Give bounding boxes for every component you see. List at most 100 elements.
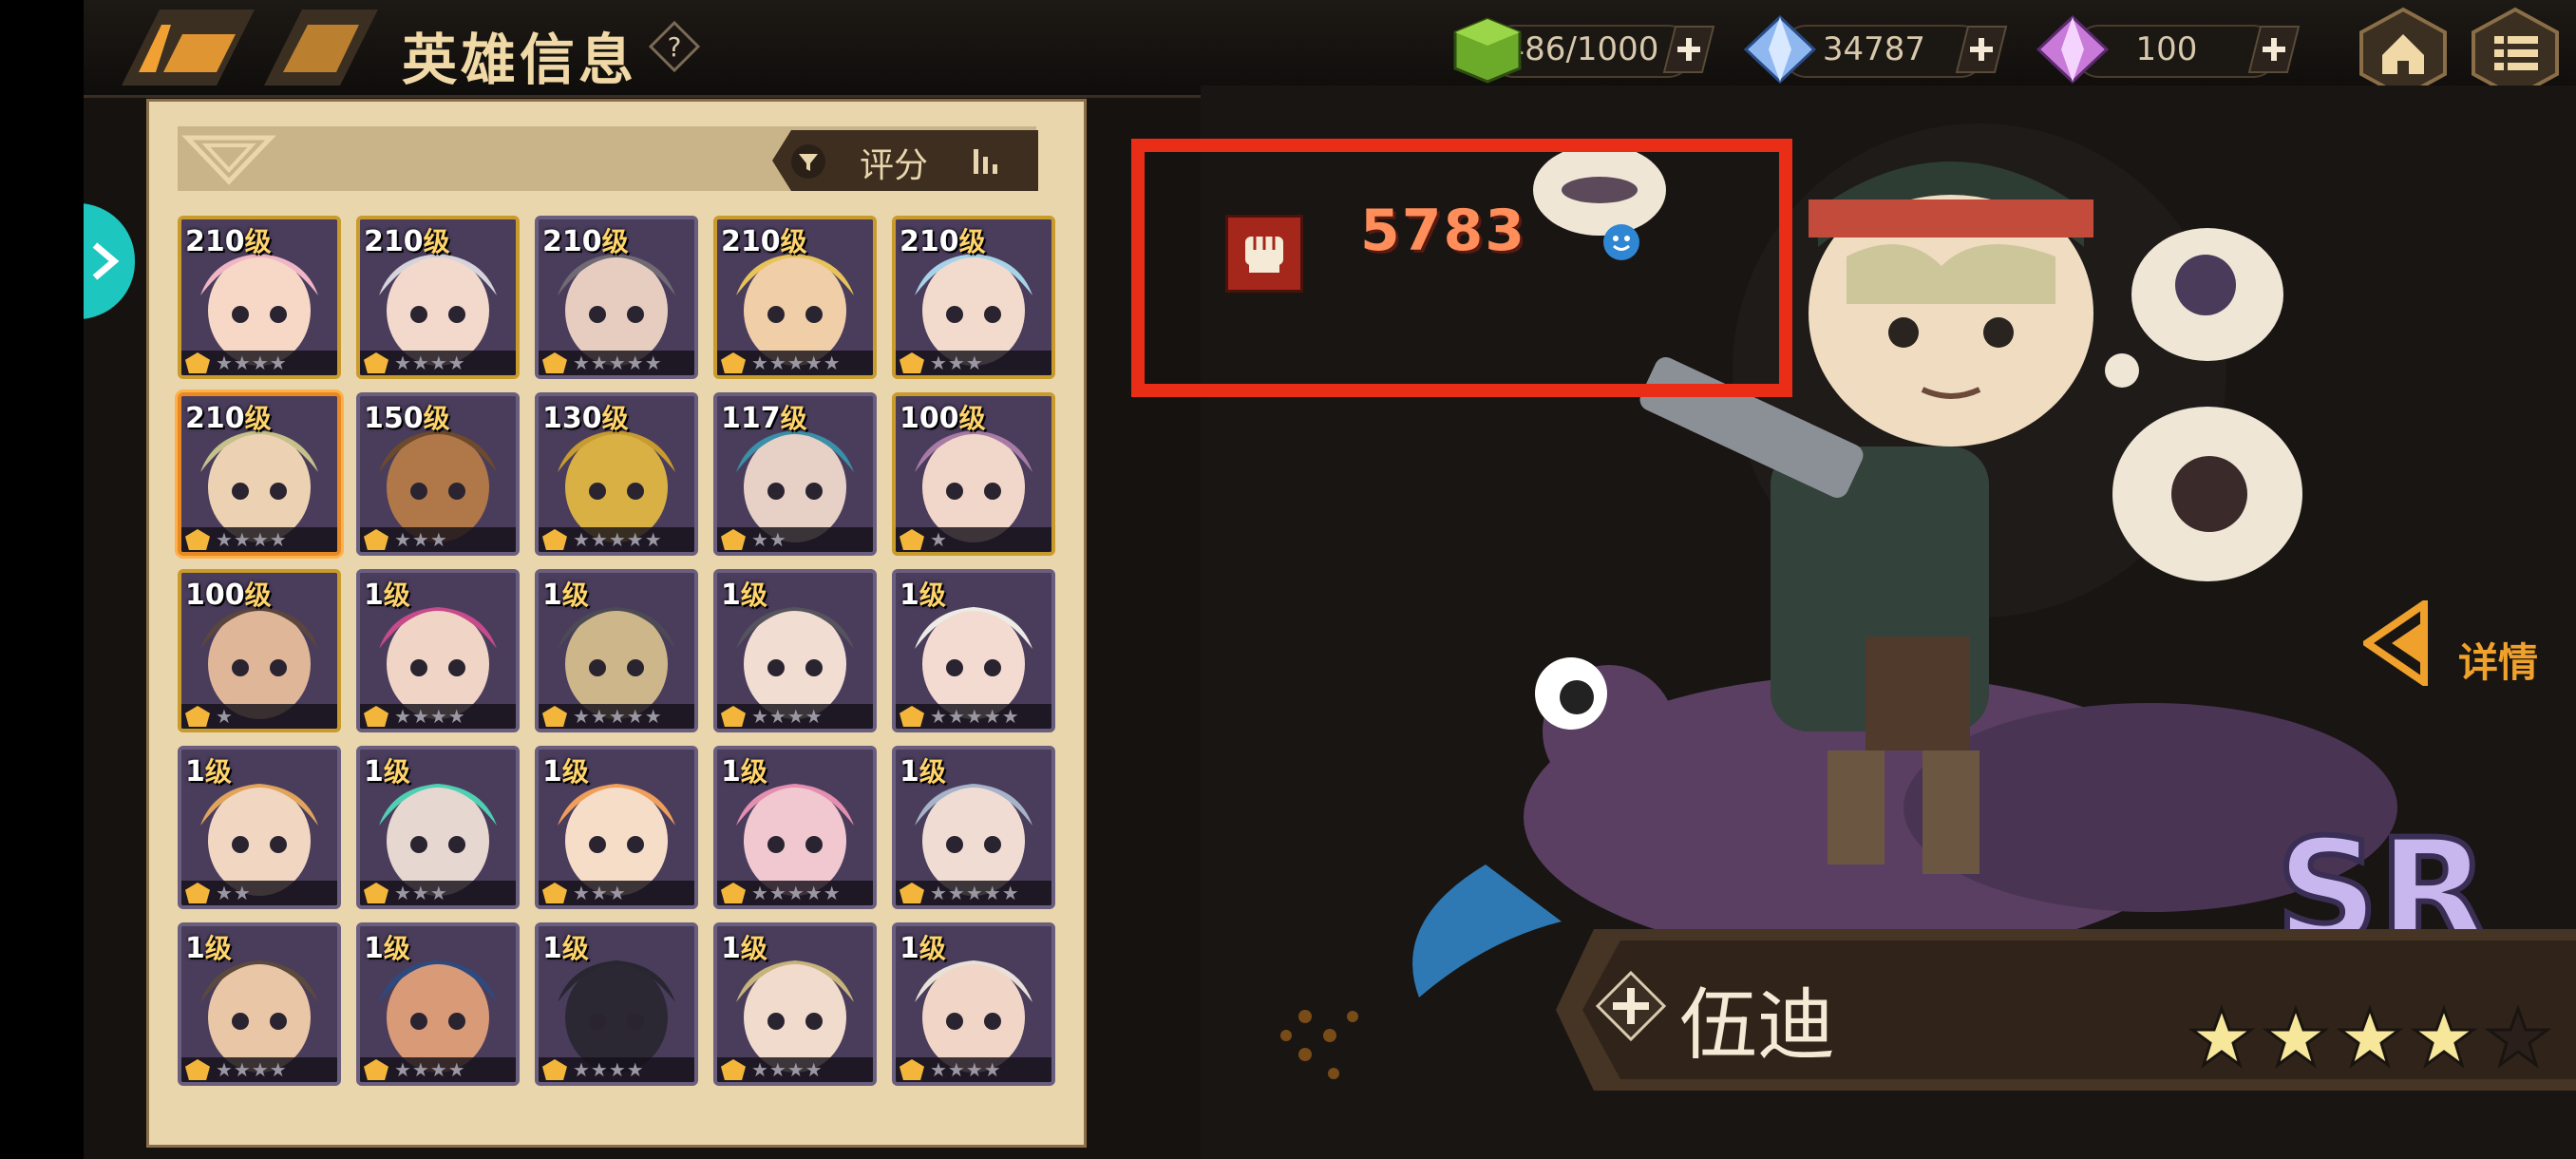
hero-card[interactable]: 1级 ★★★★★ xyxy=(892,569,1055,732)
hero-stars: ★★★ xyxy=(573,882,627,904)
hero-card[interactable]: 1级 ★★★★ xyxy=(356,569,520,732)
hero-level: 130级 xyxy=(542,398,629,436)
hero-level: 1级 xyxy=(542,575,589,613)
hero-stars: ★★★★ xyxy=(394,352,466,374)
hero-card[interactable]: 1级 ★★★★ xyxy=(356,922,520,1086)
hero-stars: ★★★★ xyxy=(394,1058,466,1081)
hero-card[interactable]: 210级 ★★★★ xyxy=(178,392,341,556)
hero-stars: ★★★★ xyxy=(930,1058,1002,1081)
hero-card[interactable]: 210级 ★★★★★ xyxy=(535,216,698,379)
hero-card[interactable]: 1级 ★★★★ xyxy=(713,922,877,1086)
hero-level: 1级 xyxy=(721,928,767,966)
level-number: 1 xyxy=(364,932,384,965)
level-unit: 级 xyxy=(958,226,986,257)
diamond-value: 34787 xyxy=(1822,30,1926,68)
level-unit: 级 xyxy=(919,756,946,788)
hero-stars: ★ xyxy=(930,528,948,551)
hero-level: 210级 xyxy=(900,221,986,259)
star-filled-icon xyxy=(2411,1005,2477,1069)
hero-stars: ★★★ xyxy=(394,528,448,551)
expand-side-tab[interactable] xyxy=(84,203,135,319)
star-filled-icon xyxy=(2263,1005,2329,1069)
combat-power-value: 5783 xyxy=(1360,198,1526,264)
level-unit: 级 xyxy=(204,933,232,964)
hero-name: 伍迪 xyxy=(1679,980,1836,1071)
hero-stars: ★★★★ xyxy=(573,1058,645,1081)
level-number: 1 xyxy=(185,932,205,965)
hero-level: 210级 xyxy=(185,398,272,436)
level-unit: 级 xyxy=(919,580,946,611)
hero-card[interactable]: 1级 ★★★★ xyxy=(178,922,341,1086)
top-bar: 英雄信息 ? 486/1000 34787 100 xyxy=(84,0,2576,100)
hero-stars: ★★ xyxy=(216,882,252,904)
class-icon xyxy=(1595,970,1667,1042)
hero-card[interactable]: 210级 ★★★★★ xyxy=(713,216,877,379)
hero-card[interactable]: 1级 ★★★★ xyxy=(535,922,698,1086)
hero-stars: ★★★★ xyxy=(216,1058,288,1081)
level-unit: 级 xyxy=(383,756,410,788)
level-number: 210 xyxy=(185,402,245,435)
hero-stars: ★★★★★ xyxy=(930,705,1020,728)
sort-order-icon xyxy=(974,149,997,174)
level-unit: 级 xyxy=(244,580,272,611)
hero-level: 210级 xyxy=(542,221,629,259)
hero-card[interactable]: 1级 ★★★★★ xyxy=(535,569,698,732)
hero-level: 1级 xyxy=(185,751,232,789)
resource-purple-crystal: 100 xyxy=(2036,15,2312,84)
hero-card[interactable]: 100级 ★ xyxy=(892,392,1055,556)
star-empty-icon xyxy=(2485,1005,2551,1069)
hero-card[interactable]: 1级 ★★★★ xyxy=(713,569,877,732)
level-unit: 级 xyxy=(244,226,272,257)
hero-card[interactable]: 100级 ★ xyxy=(178,569,341,732)
level-number: 210 xyxy=(900,225,959,258)
hero-card[interactable]: 210级 ★★★ xyxy=(892,216,1055,379)
hero-stars: ★★★ xyxy=(394,882,448,904)
green-cube-icon xyxy=(1453,17,1522,84)
level-number: 1 xyxy=(542,932,562,965)
level-unit: 级 xyxy=(740,933,767,964)
hero-card[interactable]: 130级 ★★★★★ xyxy=(535,392,698,556)
hero-card[interactable]: 1级 ★★★★ xyxy=(892,922,1055,1086)
triangle-decoration-icon xyxy=(181,135,276,185)
level-unit: 级 xyxy=(383,933,410,964)
level-number: 1 xyxy=(900,932,919,965)
hero-stars: ★★★★★ xyxy=(573,352,663,374)
hero-card[interactable]: 1级 ★★ xyxy=(178,746,341,909)
hero-stars: ★ xyxy=(216,705,234,728)
add-diamond-button[interactable] xyxy=(1955,25,2008,74)
hero-level: 150级 xyxy=(364,398,450,436)
sort-button[interactable]: 评分 xyxy=(772,130,1038,191)
level-unit: 级 xyxy=(740,756,767,788)
hero-card[interactable]: 210级 ★★★★ xyxy=(178,216,341,379)
pink-crystal-icon xyxy=(2036,15,2109,84)
resource-stamina: 486/1000 xyxy=(1451,17,1727,84)
hero-card[interactable]: 150级 ★★★ xyxy=(356,392,520,556)
hero-card[interactable]: 117级 ★★ xyxy=(713,392,877,556)
hero-stars: ★★★★ xyxy=(216,528,288,551)
add-purple-crystal-button[interactable] xyxy=(2247,25,2301,74)
level-number: 1 xyxy=(900,579,919,612)
filter-icon[interactable] xyxy=(791,144,825,179)
hero-level: 210级 xyxy=(364,221,450,259)
level-number: 1 xyxy=(364,755,384,788)
hero-stars: ★★ xyxy=(751,528,787,551)
hero-card[interactable]: 1级 ★★★★★ xyxy=(713,746,877,909)
level-unit: 级 xyxy=(244,403,272,434)
hero-card[interactable]: 1级 ★★★ xyxy=(356,746,520,909)
hero-stars: ★★★★ xyxy=(751,1058,824,1081)
hero-list-panel: 评分 210级 ★★★★ 210级 ★★★★ 210级 ★★★★★ 210级 ★★★★★ 210… xyxy=(146,99,1087,1148)
hero-card[interactable]: 1级 ★★★ xyxy=(535,746,698,909)
add-stamina-button[interactable] xyxy=(1662,25,1715,74)
purple-crystal-value: 100 xyxy=(2135,30,2198,68)
level-unit: 级 xyxy=(561,580,589,611)
svg-text:?: ? xyxy=(668,31,682,63)
hero-level: 1级 xyxy=(900,751,946,789)
hero-card[interactable]: 1级 ★★★★★ xyxy=(892,746,1055,909)
level-number: 1 xyxy=(542,579,562,612)
hero-stars: ★★★★ xyxy=(216,352,288,374)
level-number: 1 xyxy=(721,579,741,612)
detail-label[interactable]: 详情 xyxy=(2458,631,2538,689)
hero-card[interactable]: 210级 ★★★★ xyxy=(356,216,520,379)
question-icon[interactable]: ? xyxy=(649,21,700,72)
hero-stars: ★★★★★ xyxy=(751,352,842,374)
